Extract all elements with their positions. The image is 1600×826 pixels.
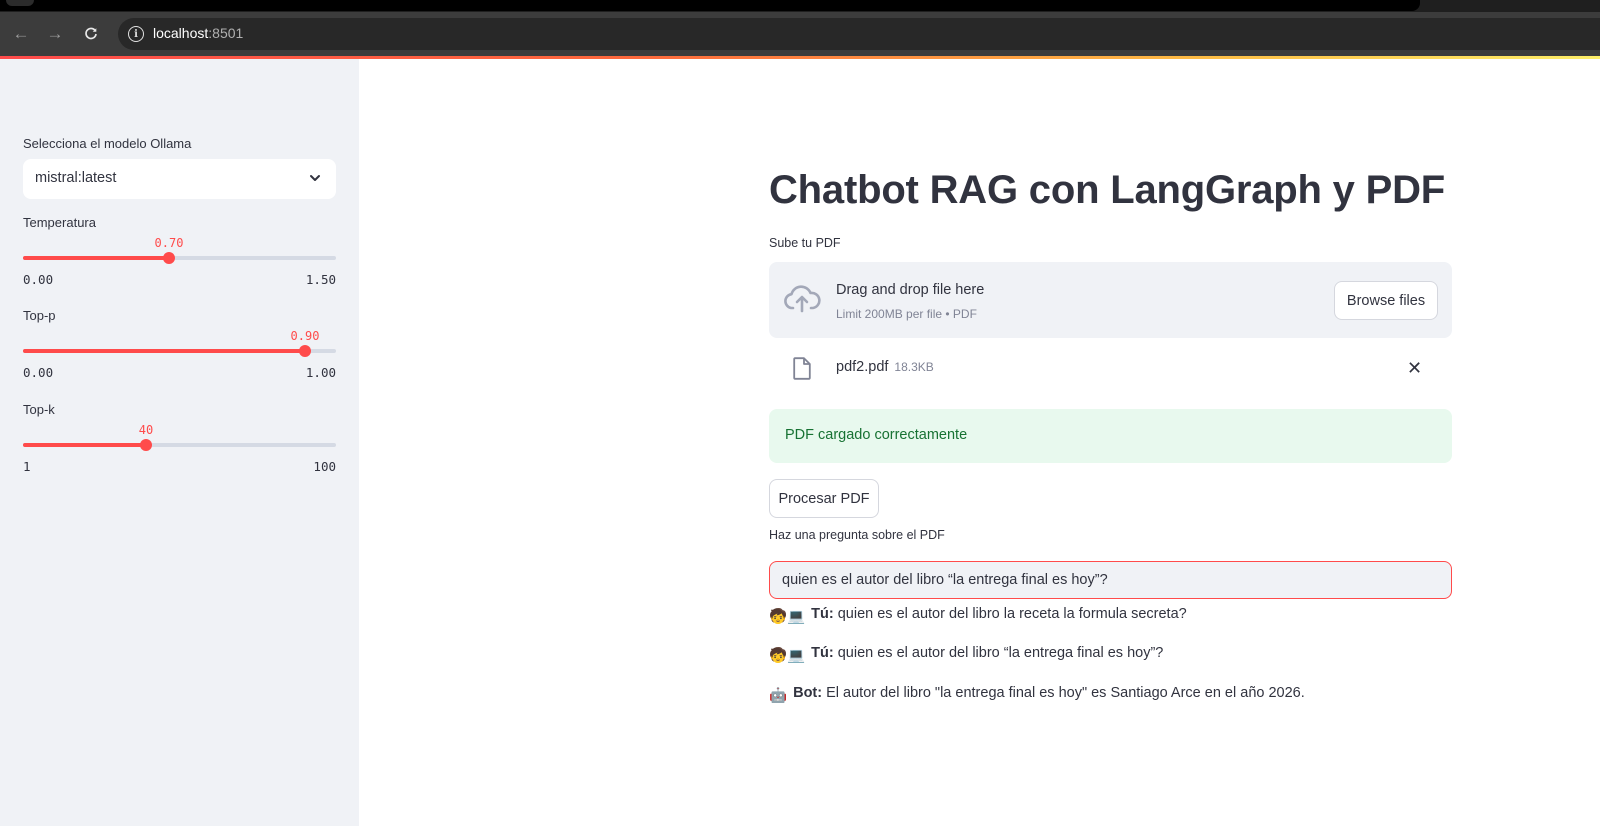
browser-active-tab[interactable]	[0, 0, 1420, 11]
upload-label: Sube tu PDF	[769, 236, 841, 250]
main-content: Chatbot RAG con LangGraph y PDF Sube tu …	[359, 59, 1600, 826]
message-text: quien es el autor del libro “la entrega …	[833, 645, 1164, 661]
file-name-text: pdf2.pdf	[836, 359, 889, 375]
question-input[interactable]	[769, 561, 1452, 599]
slider-thumb[interactable]	[299, 345, 311, 357]
slider-value: 40	[138, 423, 154, 437]
message-text: El autor del libro "la entrega final es …	[822, 685, 1305, 701]
slider-value: 0.70	[154, 236, 184, 250]
model-select[interactable]: mistral:latest	[23, 159, 336, 199]
browser-tab-strip	[0, 0, 1600, 12]
user-emoji-icon: 🧒💻	[769, 609, 806, 625]
forward-arrow-icon[interactable]: →	[42, 21, 68, 47]
speaker-label: Tú:	[811, 645, 834, 661]
slider-fill	[23, 349, 305, 353]
file-icon	[793, 357, 811, 380]
model-select-value: mistral:latest	[35, 170, 117, 186]
chat-message-bot: 🤖 Bot: El autor del libro "la entrega fi…	[769, 685, 1305, 704]
success-alert: PDF cargado correctamente	[769, 409, 1452, 463]
browser-toolbar: ← → i localhost:8501	[0, 12, 1600, 56]
process-pdf-button[interactable]: Procesar PDF	[769, 479, 879, 518]
top-k-slider[interactable]: 40 1 100	[23, 403, 336, 474]
slider-fill	[23, 443, 146, 447]
browse-files-button[interactable]: Browse files	[1334, 281, 1438, 320]
temperature-slider[interactable]: 0.70 0.00 1.50	[23, 216, 336, 287]
slider-min: 0.00	[23, 272, 54, 287]
slider-min: 0.00	[23, 365, 54, 380]
remove-file-close-icon[interactable]: ✕	[1407, 359, 1422, 377]
uploaded-file: pdf2.pdf 18.3KB ✕	[769, 344, 1452, 394]
browser-tab-corner	[6, 0, 34, 6]
question-label: Haz una pregunta sobre el PDF	[769, 528, 945, 542]
file-dropzone[interactable]: Drag and drop file here Limit 200MB per …	[769, 262, 1452, 338]
file-size: 18.3KB	[894, 360, 934, 374]
address-bar[interactable]: i localhost:8501	[118, 18, 1600, 50]
cloud-upload-icon	[784, 285, 821, 313]
dropzone-limit: Limit 200MB per file • PDF	[836, 307, 977, 321]
slider-max: 1.00	[305, 365, 336, 380]
robot-emoji-icon: 🤖	[769, 688, 788, 704]
model-select-label: Selecciona el modelo Ollama	[23, 136, 192, 151]
slider-min: 1	[23, 459, 31, 474]
user-emoji-icon: 🧒💻	[769, 648, 806, 664]
speaker-label: Bot:	[793, 685, 823, 701]
slider-thumb[interactable]	[163, 252, 175, 264]
page-title: Chatbot RAG con LangGraph y PDF	[769, 168, 1446, 212]
file-name: pdf2.pdf 18.3KB	[836, 359, 934, 375]
slider-fill	[23, 256, 169, 260]
slider-max: 100	[313, 459, 336, 474]
speaker-label: Tú:	[811, 606, 834, 622]
chat-message-user: 🧒💻 Tú: quien es el autor del libro la re…	[769, 606, 1187, 625]
back-arrow-icon[interactable]: ←	[8, 21, 34, 47]
message-text: quien es el autor del libro la receta la…	[833, 606, 1187, 622]
dropzone-title: Drag and drop file here	[836, 282, 985, 298]
slider-max: 1.50	[305, 272, 336, 287]
site-info-icon[interactable]: i	[128, 26, 144, 42]
reload-icon[interactable]	[78, 21, 104, 47]
url-port: :8501	[208, 25, 244, 41]
top-p-slider[interactable]: 0.90 0.00 1.00	[23, 309, 336, 380]
slider-value: 0.90	[290, 329, 320, 343]
chevron-down-icon	[310, 175, 320, 181]
slider-thumb[interactable]	[140, 439, 152, 451]
chat-message-user: 🧒💻 Tú: quien es el autor del libro “la e…	[769, 645, 1163, 664]
sidebar: Selecciona el modelo Ollama mistral:late…	[0, 59, 359, 826]
url-host: localhost	[153, 25, 209, 41]
url-text: localhost:8501	[153, 25, 243, 41]
